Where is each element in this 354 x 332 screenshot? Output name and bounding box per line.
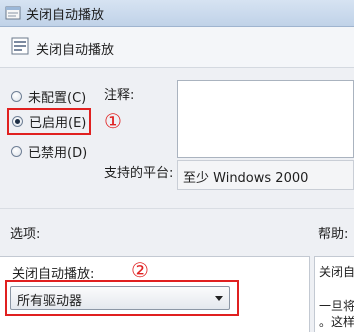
comment-label: 注释: xyxy=(104,88,135,103)
help-section-label: 帮助: xyxy=(318,227,349,242)
platform-value: 至少 Windows 2000 xyxy=(183,171,309,186)
help-text-line: 关闭自 xyxy=(319,265,354,279)
radio-label-not-configured: 未配置(C) xyxy=(28,90,87,106)
highlight-box-enabled xyxy=(7,108,91,135)
annotation-marker-2: ② xyxy=(131,258,149,282)
section-divider xyxy=(0,208,354,209)
radio-disabled[interactable]: 已禁用(D) xyxy=(11,141,87,161)
setting-header: 关闭自动播放 xyxy=(0,27,354,68)
help-text-line: 。这样 xyxy=(319,315,354,329)
setting-title: 关闭自动播放 xyxy=(36,43,115,58)
policy-app-icon xyxy=(5,6,21,20)
group-policy-setting-window: 关闭自动播放 关闭自动播放 未配置(C) 已启用(E) ① 已禁用(D) 注释:… xyxy=(0,0,354,332)
radio-label-disabled: 已禁用(D) xyxy=(28,145,88,161)
help-panel: 关闭自 一旦将 。这样 xyxy=(314,256,354,332)
platform-value-box: 至少 Windows 2000 xyxy=(177,160,354,190)
comment-textarea[interactable] xyxy=(177,80,354,158)
help-text-line: 一旦将 xyxy=(319,299,354,313)
title-bar: 关闭自动播放 xyxy=(0,0,354,27)
radio-circle-disabled[interactable] xyxy=(11,145,22,157)
options-section-label: 选项: xyxy=(10,227,41,242)
window-title: 关闭自动播放 xyxy=(26,8,105,23)
highlight-box-select xyxy=(5,280,239,316)
platform-label: 支持的平台: xyxy=(104,166,174,181)
annotation-marker-1: ① xyxy=(104,109,122,133)
radio-not-configured[interactable]: 未配置(C) xyxy=(11,86,86,106)
policy-setting-icon xyxy=(11,37,29,55)
radio-circle-not-configured[interactable] xyxy=(11,90,22,102)
